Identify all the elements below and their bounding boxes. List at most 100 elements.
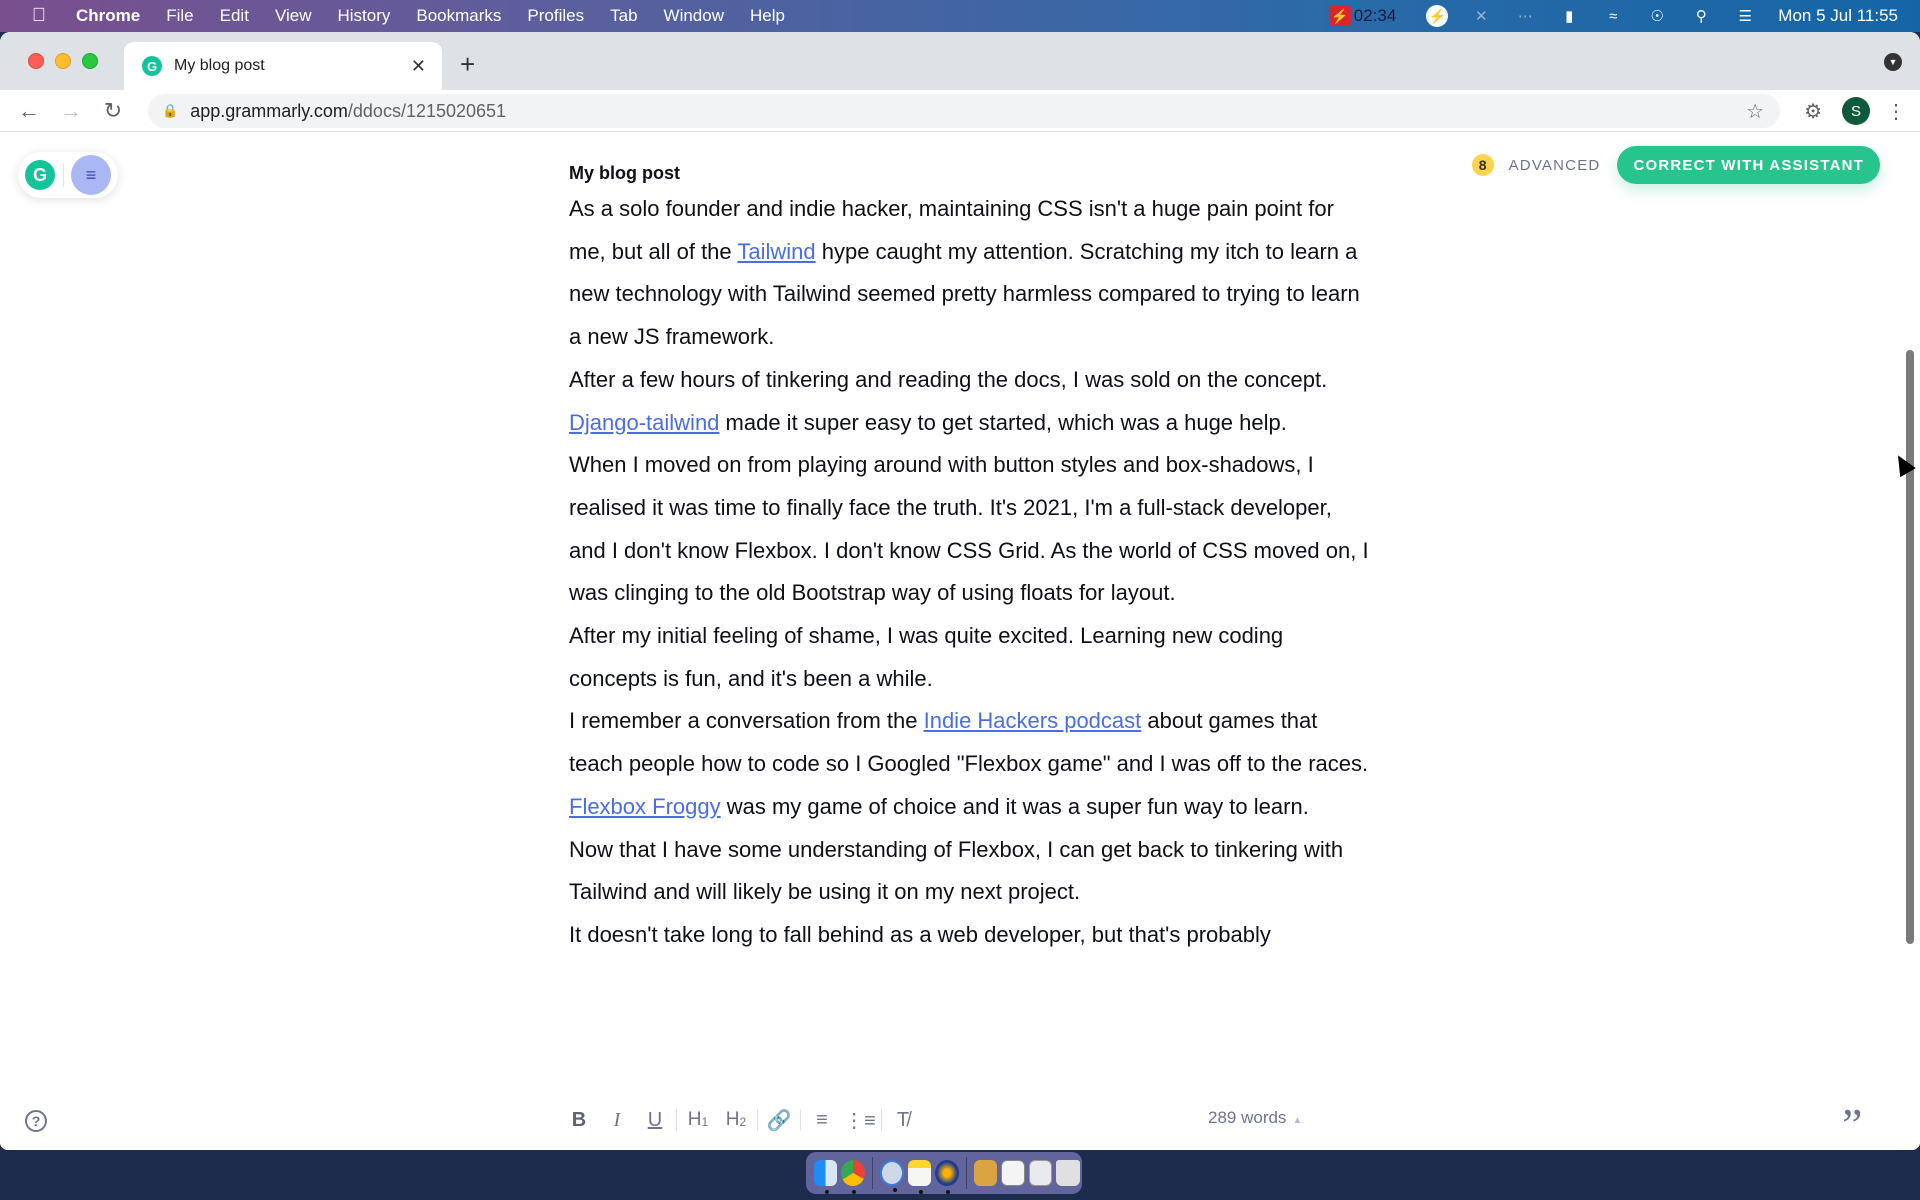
advanced-mode-label[interactable]: ADVANCED <box>1509 157 1601 174</box>
menu-bookmarks[interactable]: Bookmarks <box>416 6 501 26</box>
forward-arrow-icon[interactable]: → <box>59 98 83 124</box>
user-icon[interactable]: ☉ <box>1646 5 1668 27</box>
close-tab-icon[interactable]: ✕ <box>411 56 426 77</box>
inline-link[interactable]: Indie Hackers podcast <box>924 708 1142 733</box>
menu-help[interactable]: Help <box>750 6 785 26</box>
back-arrow-icon[interactable]: ← <box>17 98 41 124</box>
dock-minimized-window-icon[interactable] <box>1028 1160 1053 1186</box>
formatting-toolbar: B I U H1 H2 🔗 ≡ ⋮≡ T̸ <box>560 1100 922 1140</box>
recording-indicator[interactable]: ⚡ 02:34 <box>1328 6 1397 26</box>
brightness-icon[interactable]: ⋯ <box>1514 5 1536 27</box>
dock-minimized-window-icon[interactable] <box>1001 1160 1025 1186</box>
paragraph[interactable]: As a solo founder and indie hacker, main… <box>569 188 1369 359</box>
zoom-window-button[interactable] <box>82 53 98 69</box>
dock-notes-icon[interactable] <box>907 1160 932 1194</box>
lock-icon[interactable]: 🔒 <box>162 103 178 119</box>
correct-with-assistant-button[interactable]: CORRECT WITH ASSISTANT <box>1617 146 1880 184</box>
menubar-clock[interactable]: Mon 5 Jul 11:55 <box>1778 6 1898 26</box>
grammarly-logo-icon[interactable]: G <box>25 160 55 190</box>
paragraph[interactable]: After a few hours of tinkering and readi… <box>569 359 1369 444</box>
ordered-list-icon[interactable]: ≡ <box>803 1109 841 1132</box>
editor-header-actions: 8 ADVANCED CORRECT WITH ASSISTANT <box>1471 146 1880 184</box>
url-path: /ddocs/1215020651 <box>347 100 507 121</box>
document-editor[interactable]: As a solo founder and indie hacker, main… <box>569 188 1369 1014</box>
paragraph[interactable]: It doesn't take long to fall behind as a… <box>569 914 1369 957</box>
menu-tab[interactable]: Tab <box>610 6 637 26</box>
help-icon[interactable]: ? <box>25 1110 47 1132</box>
menu-file[interactable]: File <box>166 6 193 26</box>
inline-link[interactable]: Flexbox Froggy <box>569 794 721 819</box>
menu-app-name[interactable]: Chrome <box>76 6 140 26</box>
url-text[interactable]: app.grammarly.com/ddocs/1215020651 <box>190 101 506 122</box>
reload-icon[interactable]: ↻ <box>101 98 125 124</box>
word-count[interactable]: 289 words ▲ <box>1208 1108 1302 1128</box>
caret-up-icon: ▲ <box>1292 1115 1303 1126</box>
link-icon[interactable]: 🔗 <box>760 1108 798 1133</box>
alert-count-badge[interactable]: 8 <box>1471 154 1494 176</box>
h1-label: H <box>687 1109 702 1130</box>
inline-link[interactable]: Tailwind <box>737 239 815 264</box>
paragraph[interactable]: After my initial feeling of shame, I was… <box>569 615 1369 700</box>
bulleted-list-icon[interactable]: ⋮≡ <box>841 1108 879 1133</box>
heading-2-button[interactable]: H2 <box>717 1109 755 1131</box>
word-count-text: 289 words <box>1208 1108 1287 1127</box>
bookmark-star-icon[interactable]: ☆ <box>1746 99 1764 124</box>
chrome-menu-kebab-icon[interactable]: ⋮ <box>1886 99 1906 124</box>
window-controls <box>28 53 109 69</box>
h2-sub: 2 <box>739 1115 747 1129</box>
dock-package-icon[interactable] <box>973 1160 998 1186</box>
dock-reeder-icon[interactable] <box>935 1160 959 1194</box>
wifi-icon[interactable]: ≈ <box>1602 5 1624 27</box>
menu-edit[interactable]: Edit <box>220 6 249 26</box>
italic-button[interactable]: I <box>598 1109 636 1132</box>
menu-view[interactable]: View <box>275 6 312 26</box>
recording-time: 02:34 <box>1353 6 1397 25</box>
browser-window: G My blog post ✕ + ▼ ← → ↻ 🔒 app.grammar… <box>0 32 1920 1150</box>
dock-chrome-icon[interactable] <box>841 1160 865 1194</box>
h1-sub: 1 <box>701 1115 709 1129</box>
menu-window[interactable]: Window <box>664 6 724 26</box>
paragraph[interactable]: When I moved on from playing around with… <box>569 444 1369 615</box>
quote-icon[interactable]: ” <box>1842 1098 1862 1150</box>
toolbar-divider <box>881 1109 882 1131</box>
clear-formatting-icon[interactable]: T̸ <box>884 1109 922 1132</box>
paragraph[interactable]: Now that I have some understanding of Fl… <box>569 829 1369 914</box>
running-indicator <box>918 1190 923 1194</box>
toolbar-divider <box>800 1109 801 1131</box>
document-title[interactable]: My blog post <box>569 163 680 184</box>
set-goals-icon[interactable]: ≡ <box>71 155 111 195</box>
control-center-icon[interactable]: ☰ <box>1734 5 1756 27</box>
dock-finder-icon[interactable] <box>814 1160 838 1194</box>
dock-1password-icon[interactable] <box>879 1160 904 1192</box>
address-bar[interactable]: 🔒 app.grammarly.com/ddocs/1215020651 ☆ <box>148 94 1780 128</box>
menu-history[interactable]: History <box>337 6 390 26</box>
running-indicator <box>892 1188 897 1192</box>
battery-charging-icon[interactable]: ▮ <box>1558 5 1580 27</box>
macos-dock <box>806 1152 1082 1194</box>
underline-button[interactable]: U <box>636 1109 674 1132</box>
spotlight-search-icon[interactable]: ⚲ <box>1690 5 1712 27</box>
apple-menu-icon[interactable]:  <box>28 5 50 27</box>
new-tab-button[interactable]: + <box>460 49 475 80</box>
running-indicator <box>852 1190 857 1194</box>
toolbar-right: ⚙ S ⋮ <box>1804 90 1910 132</box>
paragraph[interactable]: I remember a conversation from the Indie… <box>569 700 1369 828</box>
page-scrollbar[interactable] <box>1906 350 1914 944</box>
tab-search-icon[interactable]: ▼ <box>1884 53 1902 71</box>
recording-icon: ⚡ <box>1328 6 1351 26</box>
dock-trash-icon[interactable] <box>1056 1160 1080 1186</box>
browser-tab-active[interactable]: G My blog post ✕ <box>124 42 442 90</box>
bluetooth-off-icon[interactable]: ✕ <box>1470 5 1492 27</box>
text-segment: When I moved on from playing around with… <box>569 452 1369 606</box>
inline-link[interactable]: Django-tailwind <box>569 410 719 435</box>
bolt-icon[interactable]: ⚡ <box>1426 5 1449 27</box>
menu-profiles[interactable]: Profiles <box>527 6 584 26</box>
close-window-button[interactable] <box>28 53 44 69</box>
browser-toolbar: ← → ↻ 🔒 app.grammarly.com/ddocs/12150206… <box>0 90 1920 132</box>
extensions-puzzle-icon[interactable]: ⚙ <box>1804 99 1822 124</box>
bold-button[interactable]: B <box>560 1109 598 1132</box>
heading-1-button[interactable]: H1 <box>679 1109 717 1131</box>
profile-avatar[interactable]: S <box>1842 97 1870 125</box>
menubar-status-area: ⚡ 02:34 ⚡ ✕ ⋯ ▮ ≈ ☉ ⚲ ☰ Mon 5 Jul 11:55 <box>1328 0 1920 32</box>
minimize-window-button[interactable] <box>55 53 71 69</box>
